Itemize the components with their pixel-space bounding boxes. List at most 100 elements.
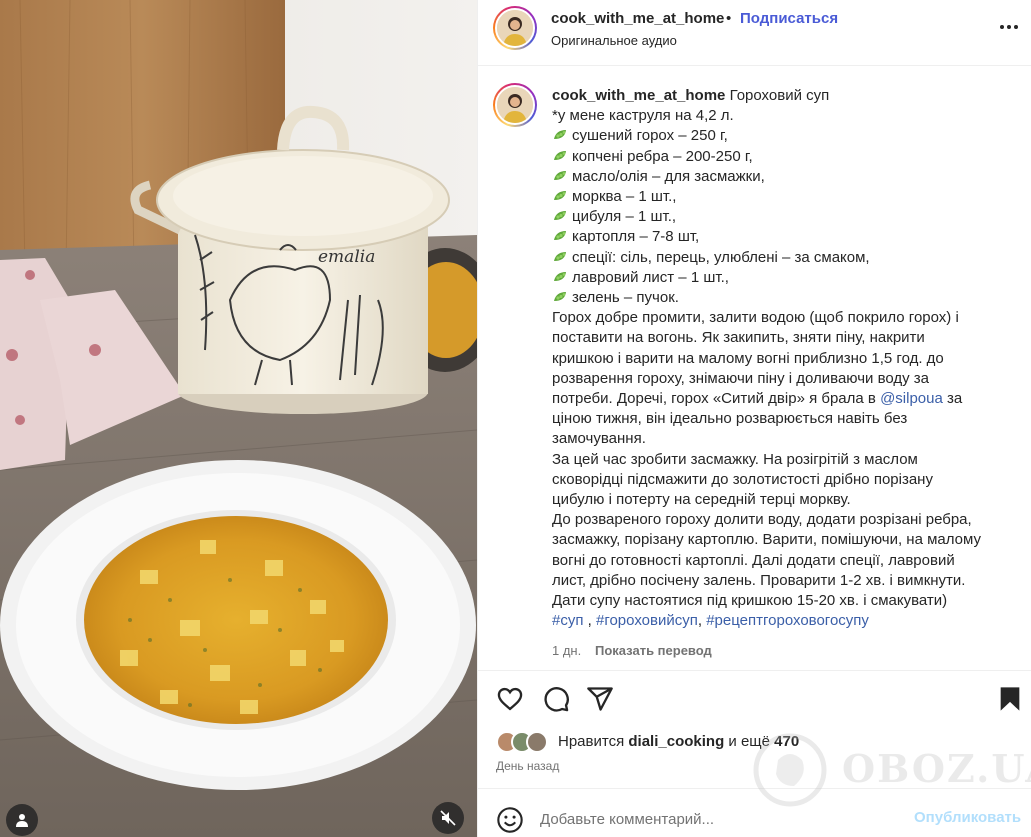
recipe-steps: Горох добре промити, залити водою (щоб п…: [552, 308, 1012, 611]
soup-photo: emalia: [0, 0, 477, 837]
hashtag-link[interactable]: #гороховийсуп: [596, 612, 698, 629]
ingredient-text: цибуля – 1 шт.,: [572, 208, 677, 226]
recipe-step-text: засмажку, порізану картоплю. Варити, пом…: [552, 531, 981, 549]
follow-button[interactable]: Подписаться: [740, 10, 838, 27]
likes-summary: Нравится diali_cooking и ещё 470: [558, 733, 799, 750]
post-panel: cook_with_me_at_home • Подписаться Ориги…: [477, 0, 1031, 837]
post-media[interactable]: emalia: [0, 0, 477, 837]
caption-text: cook_with_me_at_home Гороховий суп *у ме…: [552, 86, 1012, 631]
mention-suffix: за: [947, 390, 963, 408]
pea-pod-icon: [554, 211, 566, 221]
recipe-step-line: цибулю і потерту на середній терці моркв…: [552, 490, 1012, 510]
ingredient-text: спеції: сіль, перець, улюблені – за смак…: [572, 248, 870, 266]
emoji-icon[interactable]: [496, 806, 524, 834]
author-username[interactable]: cook_with_me_at_home: [551, 10, 724, 27]
recipe-step-text: сковорідці підсмажити до золотистості др…: [552, 470, 933, 488]
comment-icon[interactable]: [542, 685, 570, 713]
pot-note: *у мене каструля на 4,2 л.: [552, 107, 734, 125]
bookmark-icon[interactable]: [996, 685, 1024, 713]
post-caption: cook_with_me_at_home Гороховий суп *у ме…: [478, 67, 1031, 670]
liker-avatar: [526, 731, 548, 753]
recipe-step-text: До розвареного гороху долити воду, додат…: [552, 511, 972, 529]
hashtag-separator: ,: [697, 612, 707, 630]
ingredient-item: лавровий лист – 1 шт.,: [552, 268, 1012, 288]
mention-link[interactable]: @silpoua: [880, 390, 943, 407]
ingredient-item: картопля – 7-8 шт,: [552, 227, 1012, 247]
recipe-step-text: поставити на вогонь. Як закипить, зняти …: [552, 329, 925, 347]
caption-age: 1 дн.: [552, 643, 582, 658]
translate-button[interactable]: Показать перевод: [595, 643, 712, 658]
recipe-step-text: вогні до готовності картоплі. Далі додат…: [552, 551, 955, 569]
recipe-step-text: лист, дрібно посічену залень. Проварити …: [552, 571, 966, 589]
heart-icon[interactable]: [496, 685, 524, 713]
likes-middle: и ещё: [728, 733, 770, 750]
audio-muted-icon: [440, 810, 456, 826]
separator-dot: •: [726, 10, 732, 27]
ingredient-text: масло/олія – для засмажки,: [572, 167, 765, 185]
caption-avatar[interactable]: [493, 83, 537, 127]
recipe-step-text: цибулю і потерту на середній терці моркв…: [552, 491, 851, 509]
ingredients-list: сушений горох – 250 г, копчені ребра – 20…: [552, 126, 1012, 308]
ingredient-text: картопля – 7-8 шт,: [572, 228, 700, 246]
liker-username[interactable]: diali_cooking: [628, 733, 724, 750]
post-header: cook_with_me_at_home • Подписаться Ориги…: [478, 0, 1031, 66]
pea-pod-icon: [554, 251, 566, 261]
recipe-step-text: За цей час зробити засмажку. На розігріт…: [552, 450, 918, 468]
likes-count[interactable]: 470: [774, 733, 799, 750]
recipe-step-line: За цей час зробити засмажку. На розігріт…: [552, 450, 1012, 470]
pea-pod-icon: [554, 292, 566, 302]
recipe-step-line: вогні до готовності картоплі. Далі додат…: [552, 551, 1012, 571]
ingredient-item: копчені ребра – 200-250 г,: [552, 147, 1012, 167]
pea-pod-icon: [554, 271, 566, 281]
pea-pod-icon: [554, 191, 566, 201]
ingredient-item: цибуля – 1 шт.,: [552, 207, 1012, 227]
pea-pod-icon: [554, 231, 566, 241]
recipe-step-text: кришкою і варити на малому вогні приблиз…: [552, 349, 944, 367]
ingredient-text: морква – 1 шт.,: [572, 188, 677, 206]
ingredient-text: сушений горох – 250 г,: [572, 127, 728, 145]
more-horizontal-icon: [1000, 25, 1018, 29]
comment-bar: Опубликовать: [478, 788, 1031, 837]
user-tag-icon: [16, 814, 28, 827]
hashtag-separator: ,: [583, 612, 596, 630]
author-avatar[interactable]: [493, 6, 537, 50]
share-icon[interactable]: [586, 685, 614, 713]
ingredient-text: копчені ребра – 200-250 г,: [572, 147, 753, 165]
recipe-step-text: Горох добре промити, залити водою (щоб п…: [552, 309, 959, 327]
action-bar: [478, 671, 1031, 723]
recipe-step-text: потреби. Доречі, горох «Ситий двір» я бр…: [552, 390, 876, 408]
tagged-user-button[interactable]: [6, 804, 38, 836]
likes-prefix: Нравится: [558, 733, 625, 750]
ingredient-text: зелень – пучок.: [572, 289, 679, 307]
recipe-step-line: Дати супу настоятися під кришкою 15-20 х…: [552, 591, 1012, 611]
more-options-button[interactable]: [996, 14, 1022, 40]
caption-username[interactable]: cook_with_me_at_home: [552, 87, 725, 104]
pea-pod-icon: [554, 170, 566, 180]
caption-title-line: cook_with_me_at_home Гороховий суп: [552, 86, 1012, 106]
post-time: День назад: [496, 759, 560, 773]
recipe-step-text: Дати супу настоятися під кришкою 15-20 х…: [552, 592, 948, 610]
mute-button[interactable]: [432, 802, 464, 834]
recipe-title: Гороховий суп: [729, 87, 830, 104]
hashtag-link[interactable]: #рецептгороховогосупу: [706, 612, 869, 629]
ingredient-item: морква – 1 шт.,: [552, 187, 1012, 207]
hashtags-line: #суп , #гороховийсуп, #рецептгороховогос…: [552, 611, 1012, 631]
audio-label[interactable]: Оригинальное аудио: [551, 33, 677, 48]
comment-input[interactable]: [540, 807, 900, 831]
recipe-step-line: засмажку, порізану картоплю. Варити, пом…: [552, 530, 1012, 550]
likes-row: Нравится diali_cooking и ещё 470: [496, 731, 1016, 755]
liker-avatars[interactable]: [496, 731, 556, 755]
recipe-step-line: замочування.: [552, 429, 1012, 449]
pea-pod-icon: [554, 130, 566, 140]
avatar-image: [497, 87, 533, 123]
ingredient-text: лавровий лист – 1 шт.,: [572, 268, 729, 286]
ingredient-item: масло/олія – для засмажки,: [552, 167, 1012, 187]
publish-button[interactable]: Опубликовать: [914, 809, 1021, 826]
recipe-step-line: Горох добре промити, залити водою (щоб п…: [552, 308, 1012, 328]
ingredient-item: спеції: сіль, перець, улюблені – за смак…: [552, 248, 1012, 268]
recipe-step-line: ціною тижня, він ідеально розварюється н…: [552, 409, 1012, 429]
svg-text:emalia: emalia: [318, 247, 375, 267]
recipe-step-line: сковорідці підсмажити до золотистості др…: [552, 470, 1012, 490]
hashtag-link[interactable]: #суп: [552, 612, 583, 629]
recipe-step-text: розварення гороху, знімаючи піну і долив…: [552, 369, 930, 387]
